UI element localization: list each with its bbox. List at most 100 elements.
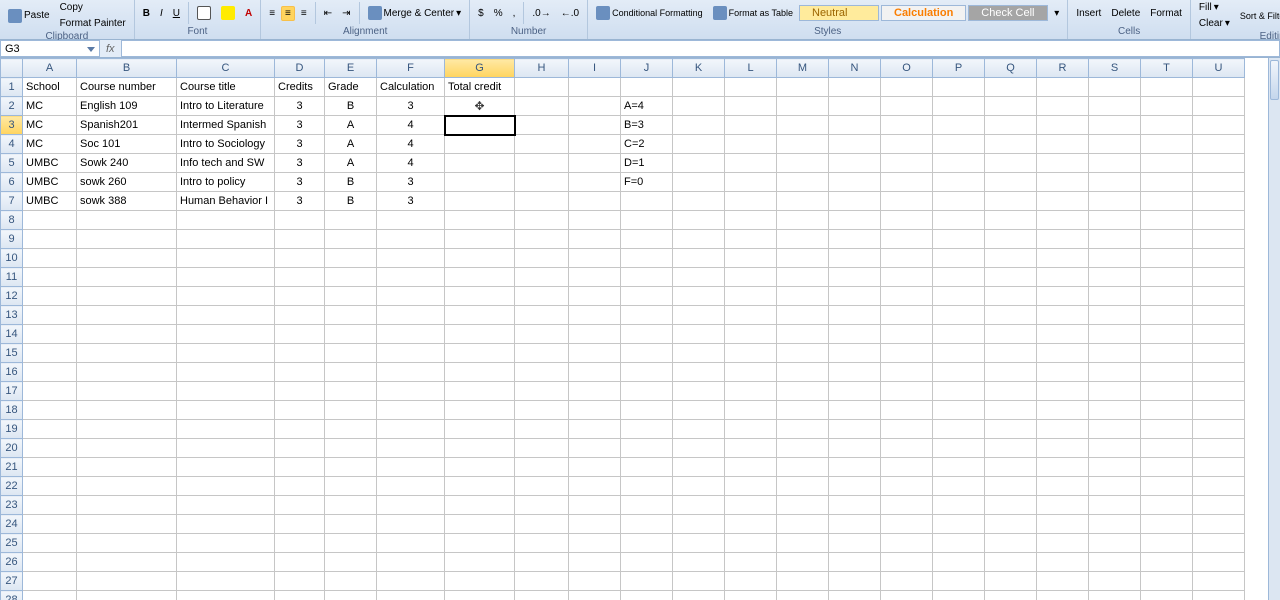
- cell-N5[interactable]: [829, 154, 881, 173]
- cell-H19[interactable]: [515, 420, 569, 439]
- cell-G27[interactable]: [445, 572, 515, 591]
- cell-R15[interactable]: [1037, 344, 1089, 363]
- cell-L13[interactable]: [725, 306, 777, 325]
- cell-E16[interactable]: [325, 363, 377, 382]
- cell-A1[interactable]: School: [23, 78, 77, 97]
- cell-H24[interactable]: [515, 515, 569, 534]
- cell-N10[interactable]: [829, 249, 881, 268]
- cell-O12[interactable]: [881, 287, 933, 306]
- cell-Q21[interactable]: [985, 458, 1037, 477]
- cell-M9[interactable]: [777, 230, 829, 249]
- cell-F20[interactable]: [377, 439, 445, 458]
- format-button[interactable]: Format: [1146, 6, 1186, 21]
- cell-Q13[interactable]: [985, 306, 1037, 325]
- cell-H14[interactable]: [515, 325, 569, 344]
- cell-R28[interactable]: [1037, 591, 1089, 600]
- cell-I9[interactable]: [569, 230, 621, 249]
- cell-S10[interactable]: [1089, 249, 1141, 268]
- cell-U12[interactable]: [1193, 287, 1245, 306]
- col-header-A[interactable]: A: [23, 59, 77, 78]
- cell-L11[interactable]: [725, 268, 777, 287]
- cell-F4[interactable]: 4: [377, 135, 445, 154]
- cell-I26[interactable]: [569, 553, 621, 572]
- cell-C13[interactable]: [177, 306, 275, 325]
- cell-C27[interactable]: [177, 572, 275, 591]
- cell-C18[interactable]: [177, 401, 275, 420]
- cell-M18[interactable]: [777, 401, 829, 420]
- cell-B19[interactable]: [77, 420, 177, 439]
- cell-L6[interactable]: [725, 173, 777, 192]
- cell-Q11[interactable]: [985, 268, 1037, 287]
- col-header-C[interactable]: C: [177, 59, 275, 78]
- cell-P4[interactable]: [933, 135, 985, 154]
- cell-D16[interactable]: [275, 363, 325, 382]
- cell-T5[interactable]: [1141, 154, 1193, 173]
- cell-P26[interactable]: [933, 553, 985, 572]
- style-check-cell[interactable]: Check Cell: [968, 5, 1048, 21]
- cell-B20[interactable]: [77, 439, 177, 458]
- cell-D14[interactable]: [275, 325, 325, 344]
- cell-K17[interactable]: [673, 382, 725, 401]
- cell-A9[interactable]: [23, 230, 77, 249]
- cell-I7[interactable]: [569, 192, 621, 211]
- row-header-10[interactable]: 10: [1, 249, 23, 268]
- delete-button[interactable]: Delete: [1107, 6, 1144, 21]
- cell-J10[interactable]: [621, 249, 673, 268]
- cell-S24[interactable]: [1089, 515, 1141, 534]
- cell-F8[interactable]: [377, 211, 445, 230]
- cell-M28[interactable]: [777, 591, 829, 600]
- cell-T3[interactable]: [1141, 116, 1193, 135]
- cell-U2[interactable]: [1193, 97, 1245, 116]
- cell-L16[interactable]: [725, 363, 777, 382]
- cell-S16[interactable]: [1089, 363, 1141, 382]
- cell-G10[interactable]: [445, 249, 515, 268]
- cell-T7[interactable]: [1141, 192, 1193, 211]
- row-header-28[interactable]: 28: [1, 591, 23, 600]
- cell-H25[interactable]: [515, 534, 569, 553]
- cell-U14[interactable]: [1193, 325, 1245, 344]
- cell-N4[interactable]: [829, 135, 881, 154]
- sort-filter-button[interactable]: Sort & Filter: [1236, 9, 1280, 23]
- cell-N17[interactable]: [829, 382, 881, 401]
- align-center-button[interactable]: ≡: [281, 6, 295, 21]
- cell-M21[interactable]: [777, 458, 829, 477]
- cell-F19[interactable]: [377, 420, 445, 439]
- cell-O1[interactable]: [881, 78, 933, 97]
- cell-F28[interactable]: [377, 591, 445, 600]
- cell-D19[interactable]: [275, 420, 325, 439]
- cell-P20[interactable]: [933, 439, 985, 458]
- cell-L24[interactable]: [725, 515, 777, 534]
- col-header-L[interactable]: L: [725, 59, 777, 78]
- cell-F21[interactable]: [377, 458, 445, 477]
- cell-P23[interactable]: [933, 496, 985, 515]
- cell-C15[interactable]: [177, 344, 275, 363]
- cell-M6[interactable]: [777, 173, 829, 192]
- cell-U8[interactable]: [1193, 211, 1245, 230]
- cell-C8[interactable]: [177, 211, 275, 230]
- cell-R20[interactable]: [1037, 439, 1089, 458]
- cell-A19[interactable]: [23, 420, 77, 439]
- cell-C1[interactable]: Course title: [177, 78, 275, 97]
- cell-U26[interactable]: [1193, 553, 1245, 572]
- cell-R22[interactable]: [1037, 477, 1089, 496]
- cell-T9[interactable]: [1141, 230, 1193, 249]
- cell-P22[interactable]: [933, 477, 985, 496]
- col-header-S[interactable]: S: [1089, 59, 1141, 78]
- cell-D7[interactable]: 3: [275, 192, 325, 211]
- cell-T15[interactable]: [1141, 344, 1193, 363]
- col-header-U[interactable]: U: [1193, 59, 1245, 78]
- cell-O16[interactable]: [881, 363, 933, 382]
- cell-O3[interactable]: [881, 116, 933, 135]
- cell-H15[interactable]: [515, 344, 569, 363]
- cell-E3[interactable]: A: [325, 116, 377, 135]
- cell-M8[interactable]: [777, 211, 829, 230]
- cell-F14[interactable]: [377, 325, 445, 344]
- cell-F9[interactable]: [377, 230, 445, 249]
- cell-T2[interactable]: [1141, 97, 1193, 116]
- merge-center-button[interactable]: Merge & Center ▾: [364, 4, 466, 22]
- cell-R3[interactable]: [1037, 116, 1089, 135]
- cell-S2[interactable]: [1089, 97, 1141, 116]
- cell-L4[interactable]: [725, 135, 777, 154]
- cell-B4[interactable]: Soc 101: [77, 135, 177, 154]
- cell-H2[interactable]: [515, 97, 569, 116]
